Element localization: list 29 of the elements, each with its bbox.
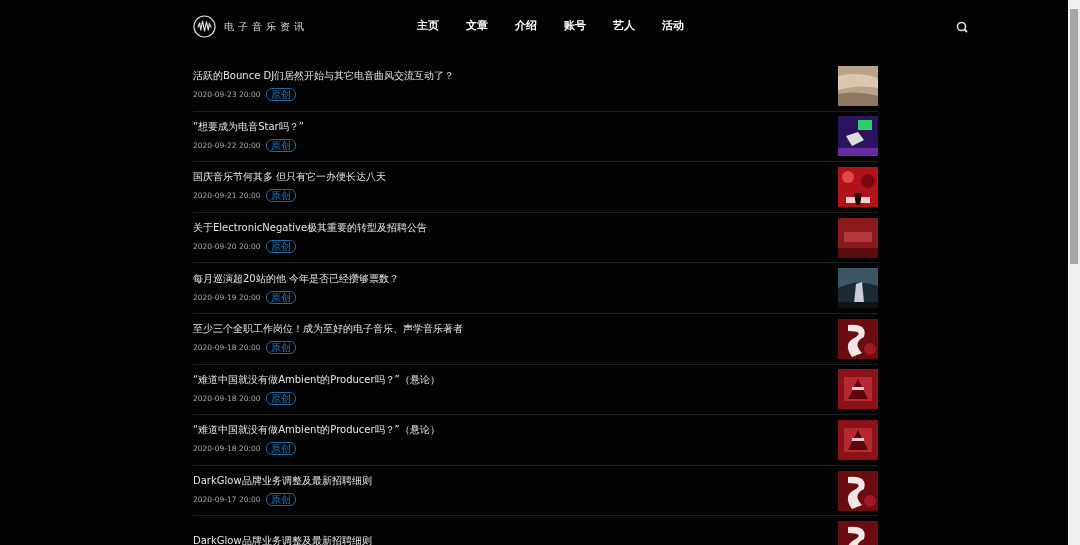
original-tag: 原创 — [265, 341, 296, 355]
article-title[interactable]: 国庆音乐节何其多 但只有它一办便长达八天 — [193, 171, 387, 184]
article-title[interactable]: 每月巡演超20站的他 今年是否已经攒够票数？ — [193, 272, 399, 285]
nav-link[interactable]: 介绍 — [501, 17, 550, 35]
article-title[interactable]: 至少三个全职工作岗位！成为至好的电子音乐、声学音乐著者 — [193, 323, 463, 336]
nav-link[interactable]: 文章 — [452, 17, 501, 35]
logo-icon — [193, 14, 216, 38]
original-tag: 原创 — [265, 88, 296, 102]
article-title[interactable]: 活跃的Bounce DJ们居然开始与其它电音曲风交流互动了？ — [193, 70, 455, 83]
nav-link[interactable]: 活动 — [648, 17, 697, 35]
original-tag: 原创 — [265, 240, 296, 254]
original-tag: 原创 — [265, 493, 296, 507]
nav-link[interactable]: 艺人 — [599, 17, 648, 35]
article-title[interactable]: 关于ElectronicNegative极其重要的转型及招聘公告 — [193, 222, 428, 235]
original-tag: 原创 — [265, 189, 296, 203]
nav-link[interactable]: 主页 — [403, 17, 452, 35]
original-tag: 原创 — [265, 138, 296, 152]
original-tag: 原创 — [265, 290, 296, 304]
article-title[interactable]: DarkGlow品牌业务调整及最新招聘细则 — [193, 475, 372, 488]
nav-link[interactable]: 账号 — [550, 17, 599, 35]
article-title[interactable]: “难道中国就没有做Ambient的Producer吗？”（悬论） — [193, 373, 440, 386]
site-title: 电子音乐资讯 — [224, 19, 308, 34]
search-icon[interactable] — [956, 20, 968, 33]
original-tag: 原创 — [265, 442, 296, 456]
article-title[interactable]: “难道中国就没有做Ambient的Producer吗？”（悬论） — [193, 424, 440, 437]
article-title[interactable]: “想要成为电音Star吗？” — [193, 120, 304, 133]
original-tag: 原创 — [265, 391, 296, 405]
scrollbar-thumb[interactable] — [1070, 9, 1078, 264]
article-title[interactable]: DarkGlow品牌业务调整及最新招聘细则 — [193, 535, 372, 545]
